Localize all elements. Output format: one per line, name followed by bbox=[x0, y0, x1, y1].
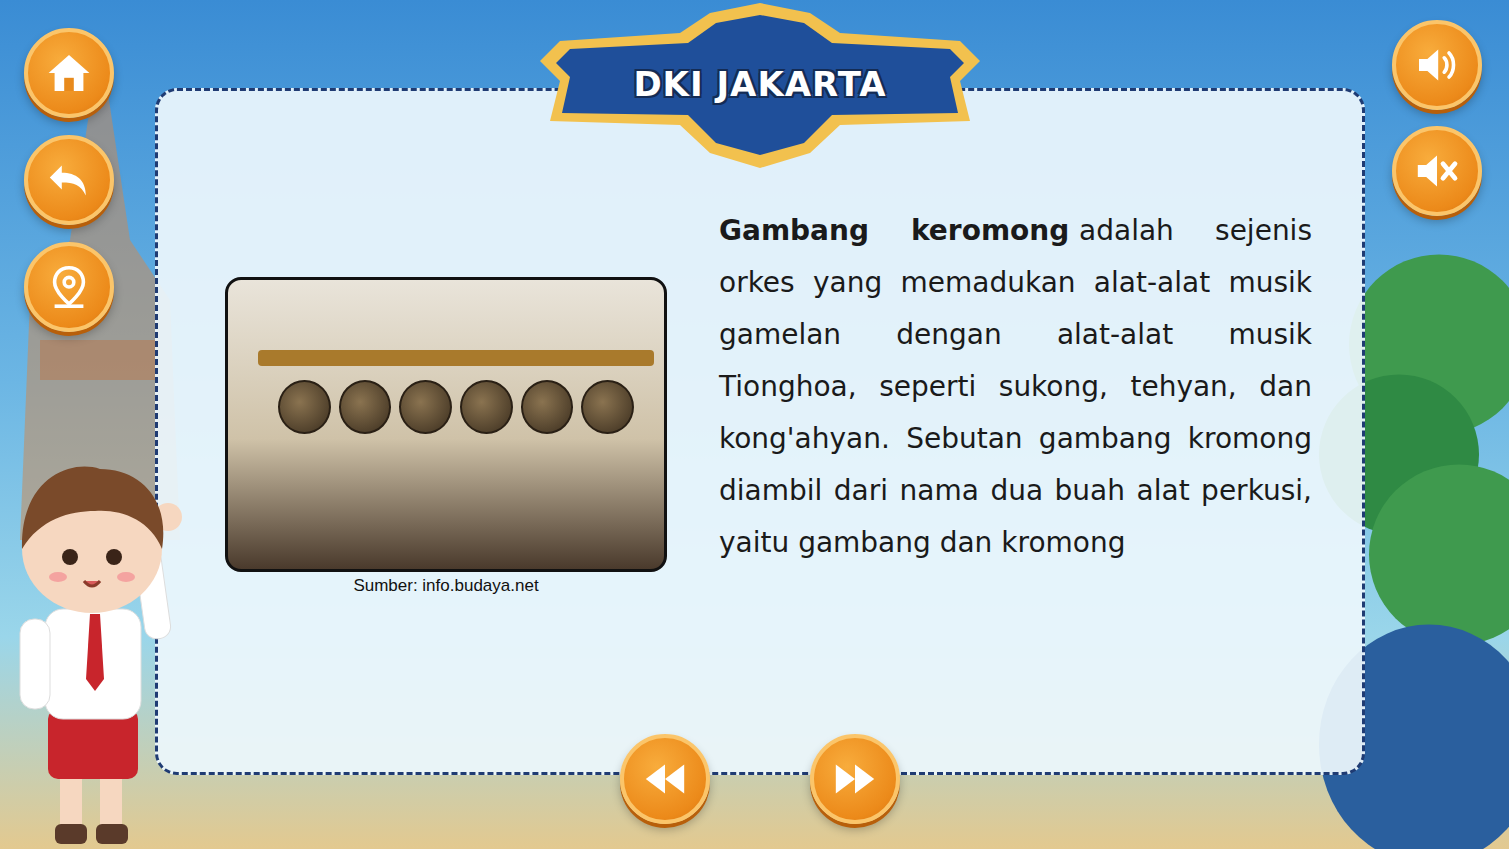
sound-on-button[interactable] bbox=[1392, 20, 1482, 110]
screen: DKI JAKARTA Sumber: info.budaya.net Gamban… bbox=[0, 0, 1509, 849]
gong bbox=[521, 380, 574, 434]
article-text: Gambang keromongadalah sejenis orkes yan… bbox=[719, 205, 1312, 596]
mute-speaker-icon bbox=[1413, 147, 1461, 195]
map-button[interactable] bbox=[24, 242, 114, 332]
photo-rack bbox=[258, 350, 654, 366]
right-rail bbox=[1365, 0, 1509, 849]
page-title: DKI JAKARTA bbox=[633, 64, 886, 104]
photo-gongs bbox=[278, 380, 634, 434]
next-button[interactable] bbox=[810, 734, 900, 824]
page-nav bbox=[620, 734, 900, 824]
home-icon bbox=[45, 49, 93, 97]
title-banner: DKI JAKARTA bbox=[540, 3, 980, 168]
gong bbox=[339, 380, 392, 434]
rewind-icon bbox=[641, 755, 689, 803]
fast-forward-icon bbox=[831, 755, 879, 803]
gong bbox=[278, 380, 331, 434]
home-button[interactable] bbox=[24, 28, 114, 118]
gong bbox=[460, 380, 513, 434]
gambang-kromong-photo bbox=[225, 277, 667, 572]
content-area: DKI JAKARTA Sumber: info.budaya.net Gamban… bbox=[155, 0, 1365, 849]
location-pin-icon bbox=[45, 263, 93, 311]
article-term: Gambang keromong bbox=[719, 214, 1069, 247]
previous-button[interactable] bbox=[620, 734, 710, 824]
photo-figure: Sumber: info.budaya.net bbox=[225, 277, 667, 596]
speaker-icon bbox=[1413, 41, 1461, 89]
back-button[interactable] bbox=[24, 135, 114, 225]
back-arrow-icon bbox=[45, 156, 93, 204]
photo-caption: Sumber: info.budaya.net bbox=[353, 576, 538, 596]
info-card: DKI JAKARTASumber: info.budaya.netGamban… bbox=[155, 88, 1365, 775]
gong bbox=[399, 380, 452, 434]
gong bbox=[581, 380, 634, 434]
mute-button[interactable] bbox=[1392, 126, 1482, 216]
student-character-icon bbox=[0, 439, 200, 849]
